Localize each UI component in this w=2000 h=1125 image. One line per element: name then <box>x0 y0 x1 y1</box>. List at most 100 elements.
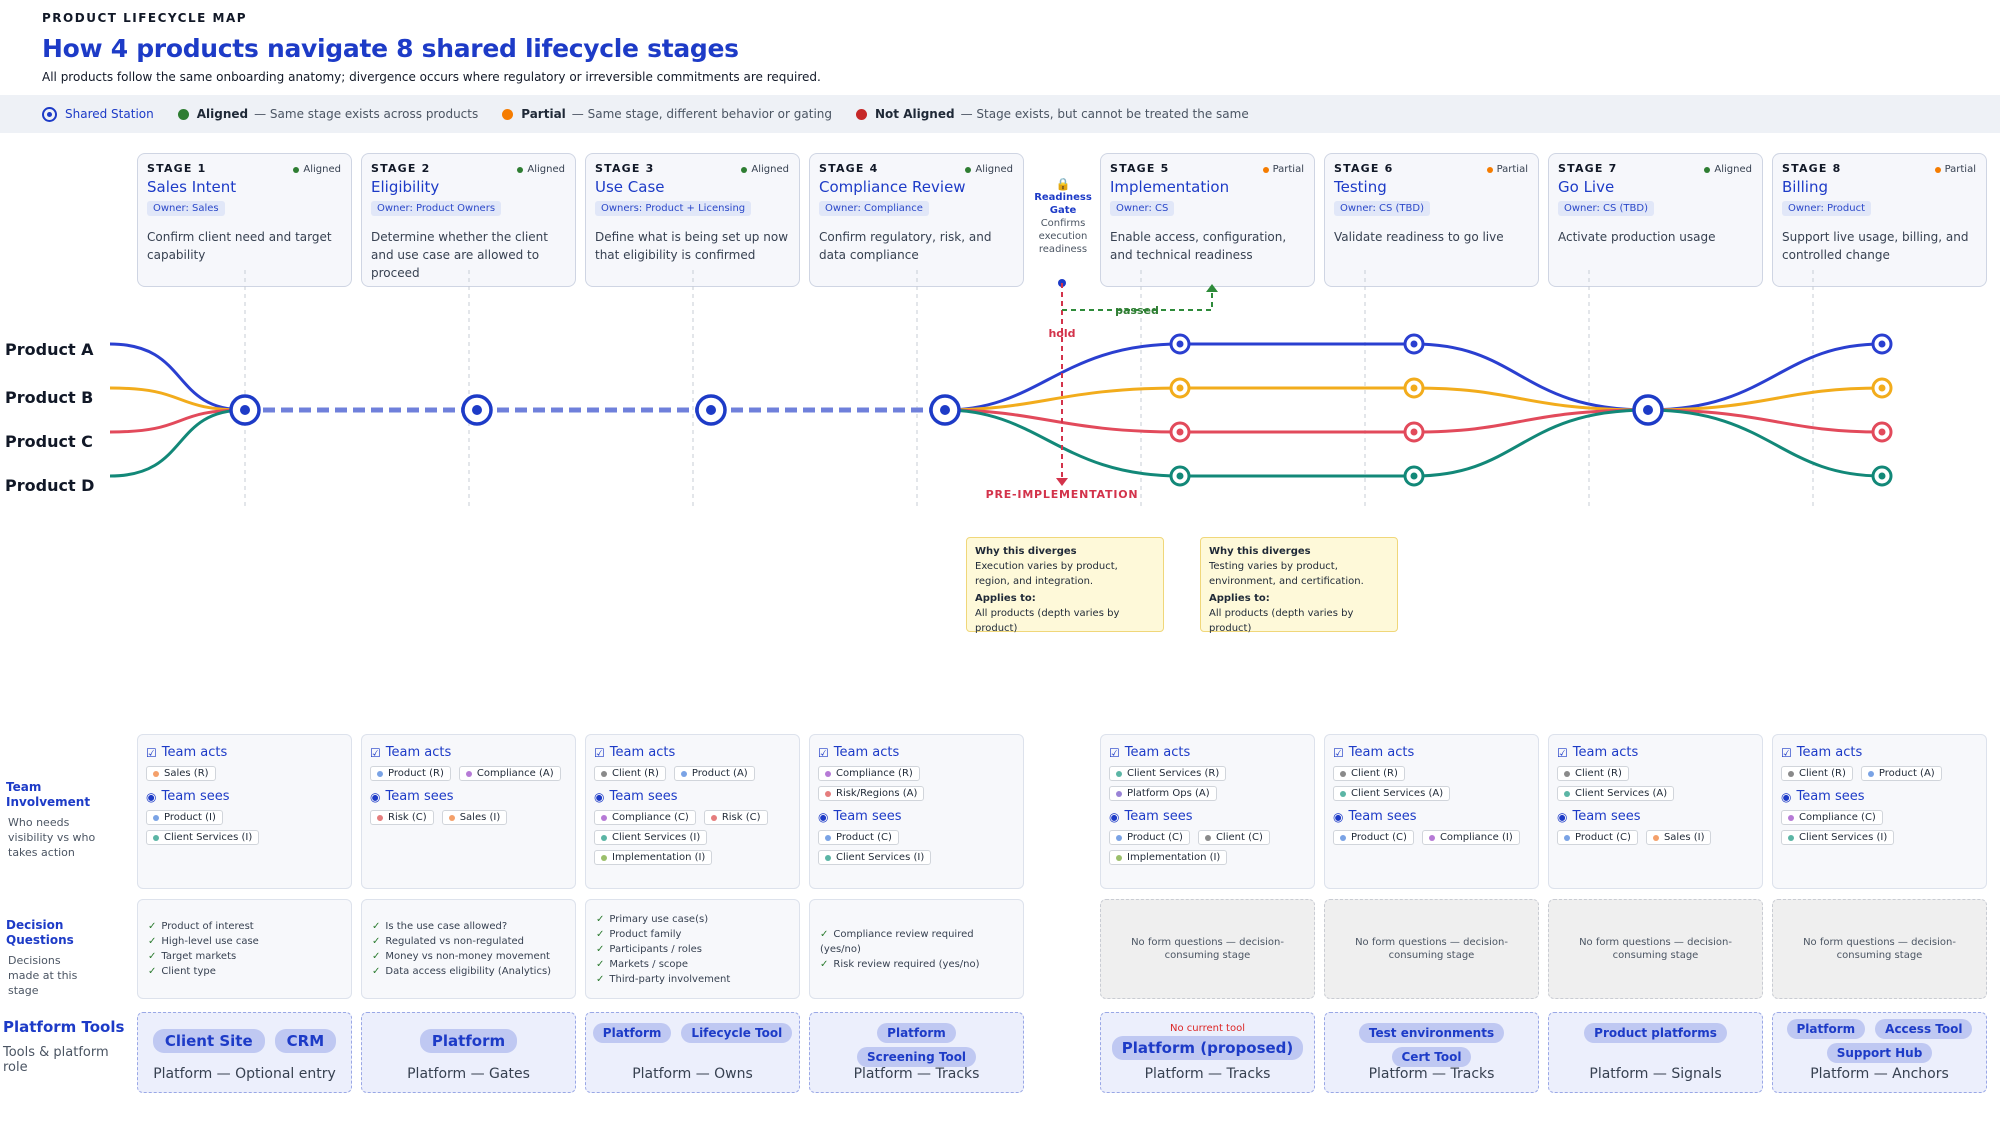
stage-card[interactable]: STAGE 7 Aligned Go Live Owner: CS (TBD) Acti… <box>1548 153 1763 287</box>
tool-chip[interactable]: Client Site <box>152 1029 265 1053</box>
decision-item: ✓ High-level use case <box>148 934 341 949</box>
role-chip: Client (R) <box>594 766 666 781</box>
role-chip: Compliance (A) <box>458 766 561 781</box>
role-chip-label: Client (R) <box>1351 768 1398 779</box>
legend-partial: Partial — Same stage, different behavior… <box>502 107 832 121</box>
role-chip: Client Services (I) <box>818 850 932 865</box>
role-chip: Risk (C) <box>703 810 768 825</box>
lifecycle-diagram: passed hold PRE-IMPLEMENTATION <box>109 270 1893 510</box>
tool-chip[interactable]: Test environments <box>1358 1023 1505 1043</box>
decision-card: No form questions — decision-consuming s… <box>1772 899 1987 999</box>
tool-chip[interactable]: Platform <box>877 1023 956 1043</box>
decision-item: ✓ Product of interest <box>148 919 341 934</box>
team-acts-heading: ☑ Team acts <box>594 745 791 760</box>
legend-aligned: Aligned — Same stage exists across produ… <box>177 107 479 121</box>
readiness-gate: 🔒 Readiness Gate Confirms execution read… <box>1028 178 1098 256</box>
tool-chip[interactable]: Platform <box>1786 1019 1866 1039</box>
stage-status: Aligned <box>965 164 1013 175</box>
decision-note: No form questions — decision-consuming s… <box>1579 937 1732 961</box>
team-acts-heading: ☑ Team acts <box>1333 745 1530 760</box>
stage-card[interactable]: STAGE 5 Partial Implementation Owner: CS Ena… <box>1100 153 1315 287</box>
product-station-center <box>1410 472 1418 480</box>
tool-chip[interactable]: Support Hub <box>1826 1043 1933 1063</box>
check-icon: ✓ <box>596 958 605 970</box>
stage-owner-badge: Owners: Product + Licensing <box>595 201 752 216</box>
tool-chip[interactable]: Platform (proposed) <box>1111 1036 1304 1060</box>
stage-card[interactable]: STAGE 1 Aligned Sales Intent Owner: Sales Co… <box>137 153 352 287</box>
team-sees-heading: ◉ Team sees <box>1557 809 1754 824</box>
decision-item: ✓ Is the use case allowed? <box>372 919 565 934</box>
decision-note: No form questions — decision-consuming s… <box>1803 937 1956 961</box>
role-chip-label: Implementation (I) <box>1127 852 1221 863</box>
tool-chip[interactable]: Screening Tool <box>856 1047 977 1067</box>
team-sees-heading: ◉ Team sees <box>1781 789 1978 804</box>
product-station-center <box>1176 384 1184 392</box>
team-sees-chips: Product (C) Sales (I) <box>1557 830 1754 845</box>
stage-status-label: Aligned <box>751 164 789 175</box>
legend-aligned-desc: — Same stage exists across products <box>254 107 479 121</box>
check-icon: ✓ <box>820 928 829 940</box>
role-dot-icon <box>153 770 159 777</box>
role-dot-icon <box>1204 834 1211 841</box>
team-sees-chips: Product (C) Client (C) Implementation (I) <box>1109 830 1306 865</box>
team-sees-chips: Compliance (C) Risk (C) Client Services (I… <box>594 810 791 865</box>
role-chip: Product (A) <box>673 766 755 781</box>
tool-chip[interactable]: CRM <box>274 1029 337 1053</box>
team-sees-heading: ◉ Team sees <box>1333 809 1530 824</box>
callout-heading: Why this diverges <box>975 546 1077 557</box>
callout-body: Execution varies by product, region, and… <box>975 561 1118 587</box>
platform-role: Platform — Owns <box>632 1066 753 1082</box>
stage-status-label: Aligned <box>975 164 1013 175</box>
stage-owner-badge: Owner: CS <box>1110 201 1175 216</box>
stage-card[interactable]: STAGE 2 Aligned Eligibility Owner: Product … <box>361 153 576 287</box>
role-dot-icon <box>1788 770 1794 777</box>
role-chip-label: Client Services (A) <box>1575 788 1668 799</box>
team-sees-heading: ◉ Team sees <box>370 789 567 804</box>
decision-item-text: Compliance review required (yes/no) <box>820 928 974 955</box>
eye-icon: ◉ <box>594 789 605 804</box>
stage-status: Partial <box>1934 164 1976 175</box>
decision-item: ✓ Data access eligibility (Analytics) <box>372 964 565 979</box>
role-chip: Sales (I) <box>441 810 508 825</box>
role-dot-icon <box>825 790 831 797</box>
tool-chip[interactable]: Lifecycle Tool <box>681 1023 793 1043</box>
role-chip-label: Client Services (I) <box>1799 832 1888 843</box>
platform-card: Platform Platform — Gates <box>361 1012 576 1093</box>
role-chip-label: Product (I) <box>164 812 216 823</box>
stage-card[interactable]: STAGE 8 Partial Billing Owner: Product Suppo… <box>1772 153 1987 287</box>
platform-card: Platform Screening Tool Platform — Tracks <box>809 1012 1024 1093</box>
tool-chip[interactable]: Access Tool <box>1875 1019 1973 1039</box>
product-label-d: Product D <box>5 476 95 495</box>
team-acts-chips: Client (R) Product (A) <box>594 766 791 781</box>
stage-owner-badge: Owner: Compliance <box>819 201 929 216</box>
eye-icon: ◉ <box>1557 809 1568 824</box>
stage-card[interactable]: STAGE 4 Aligned Compliance Review Owner: Co… <box>809 153 1024 287</box>
team-sees-chips: Risk (C) Sales (I) <box>370 810 567 825</box>
tool-chip[interactable]: Platform <box>592 1023 672 1043</box>
eye-icon: ◉ <box>1333 809 1344 824</box>
stage-name: Compliance Review <box>819 178 966 196</box>
stage-status-label: Partial <box>1272 164 1304 175</box>
decision-note: No form questions — decision-consuming s… <box>1355 937 1508 961</box>
check-square-icon: ☑ <box>146 745 157 760</box>
tool-chip[interactable]: Product platforms <box>1584 1023 1727 1043</box>
stage-card[interactable]: STAGE 6 Partial Testing Owner: CS (TBD) Vali… <box>1324 153 1539 287</box>
stage-description: Define what is being set up now that eli… <box>595 230 789 262</box>
legend-bar: Shared Station Aligned — Same stage exis… <box>0 95 2000 133</box>
tool-chip[interactable]: Platform <box>419 1029 518 1053</box>
role-chip: Product (C) <box>1557 830 1638 845</box>
stage-card[interactable]: STAGE 3 Aligned Use Case Owners: Product + … <box>585 153 800 287</box>
role-chip-label: Product (A) <box>691 768 748 779</box>
gate-hold-label: hold <box>1048 327 1075 340</box>
team-sees-heading: ◉ Team sees <box>146 789 343 804</box>
role-chip: Product (C) <box>1109 830 1190 845</box>
tool-chip[interactable]: Cert Tool <box>1391 1047 1472 1067</box>
team-card: ☑ Team acts Sales (R) ◉ Team sees Product (I)… <box>137 734 352 889</box>
shared-station-center <box>940 405 950 415</box>
platform-note: No current tool <box>1170 1023 1245 1034</box>
decision-item-text: Is the use case allowed? <box>385 921 508 932</box>
team-sees-heading: ◉ Team sees <box>1109 809 1306 824</box>
role-chip: Client Services (A) <box>1333 786 1451 801</box>
team-sees-label: Team sees <box>1124 809 1193 824</box>
team-sees-label: Team sees <box>833 809 902 824</box>
